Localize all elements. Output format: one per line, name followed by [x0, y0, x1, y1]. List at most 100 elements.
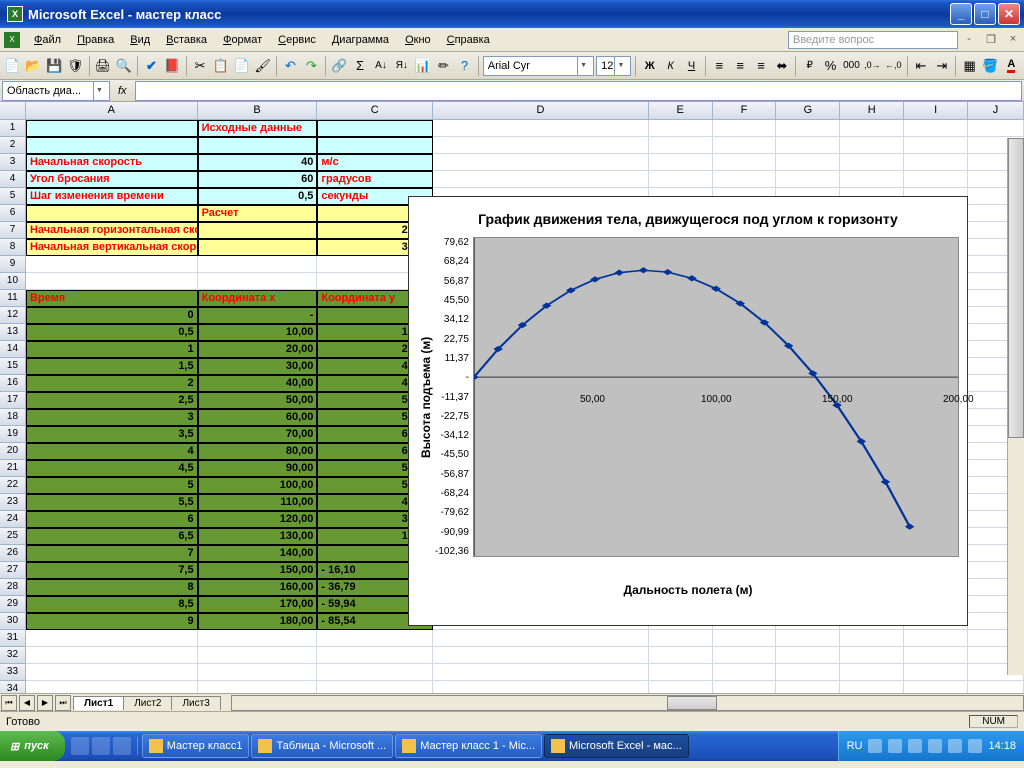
- tab-nav-next[interactable]: ▶: [37, 695, 53, 711]
- cell[interactable]: 40: [198, 154, 318, 171]
- cell[interactable]: [198, 239, 318, 256]
- minimize-button[interactable]: _: [950, 3, 972, 25]
- col-header-C[interactable]: C: [317, 102, 433, 119]
- cell[interactable]: Начальная вертикальная скорость: [26, 239, 198, 256]
- tab-nav-last[interactable]: ⏭: [55, 695, 71, 711]
- cell[interactable]: [649, 630, 713, 647]
- copy-icon[interactable]: 📋: [212, 55, 231, 77]
- cell[interactable]: 6: [26, 511, 198, 528]
- cell[interactable]: [904, 681, 968, 693]
- autosum-icon[interactable]: Σ: [351, 55, 370, 77]
- cell[interactable]: [26, 647, 198, 664]
- taskbar-task[interactable]: Мастер класс 1 - Mic...: [395, 734, 542, 758]
- cell[interactable]: [26, 630, 198, 647]
- cell[interactable]: [198, 256, 318, 273]
- cell[interactable]: Исходные данные: [198, 120, 318, 137]
- row-header[interactable]: 7: [0, 222, 26, 239]
- cell[interactable]: [713, 154, 777, 171]
- vertical-scrollbar[interactable]: [1007, 138, 1024, 675]
- cell[interactable]: 1,5: [26, 358, 198, 375]
- cell[interactable]: 10,00: [198, 324, 318, 341]
- row-header[interactable]: 23: [0, 494, 26, 511]
- col-header-A[interactable]: A: [26, 102, 198, 119]
- cell[interactable]: [317, 120, 433, 137]
- cell[interactable]: 60,00: [198, 409, 318, 426]
- ql-ie-icon[interactable]: [71, 737, 89, 755]
- chart-object[interactable]: График движения тела, движущегося под уг…: [408, 196, 968, 626]
- preview-icon[interactable]: 🔍: [114, 55, 133, 77]
- menu-вставка[interactable]: Вставка: [158, 31, 215, 49]
- cell[interactable]: 8: [26, 579, 198, 596]
- taskbar-task[interactable]: Мастер класс1: [142, 734, 250, 758]
- tab-nav-prev[interactable]: ◀: [19, 695, 35, 711]
- row-header[interactable]: 16: [0, 375, 26, 392]
- col-header-I[interactable]: I: [904, 102, 968, 119]
- cell[interactable]: [26, 273, 198, 290]
- cell[interactable]: Начальная скорость: [26, 154, 198, 171]
- cell[interactable]: [840, 154, 904, 171]
- row-header[interactable]: 30: [0, 613, 26, 630]
- row-header[interactable]: 4: [0, 171, 26, 188]
- row-header[interactable]: 21: [0, 460, 26, 477]
- menu-окно[interactable]: Окно: [397, 31, 439, 49]
- cell[interactable]: 6,5: [26, 528, 198, 545]
- cell[interactable]: [713, 647, 777, 664]
- cell[interactable]: [968, 120, 1024, 137]
- redo-icon[interactable]: ↷: [302, 55, 321, 77]
- cell[interactable]: [776, 681, 840, 693]
- align-right-icon[interactable]: ≡: [752, 55, 771, 77]
- sheet-tab[interactable]: Лист2: [123, 696, 172, 710]
- row-header[interactable]: 19: [0, 426, 26, 443]
- cell[interactable]: 80,00: [198, 443, 318, 460]
- cell[interactable]: 4: [26, 443, 198, 460]
- fx-label[interactable]: fx: [118, 85, 127, 97]
- cell[interactable]: [198, 273, 318, 290]
- cell[interactable]: 0,5: [198, 188, 318, 205]
- cell[interactable]: 9: [26, 613, 198, 630]
- col-header-E[interactable]: E: [649, 102, 713, 119]
- new-icon[interactable]: 📄: [3, 55, 22, 77]
- cell[interactable]: [26, 137, 198, 154]
- cell[interactable]: [433, 647, 649, 664]
- borders-icon[interactable]: ▦: [960, 55, 979, 77]
- ask-question-box[interactable]: [788, 31, 958, 49]
- cell[interactable]: Время: [26, 290, 198, 307]
- menu-справка[interactable]: Справка: [439, 31, 498, 49]
- cell[interactable]: [840, 647, 904, 664]
- cell[interactable]: [198, 630, 318, 647]
- cell[interactable]: [198, 137, 318, 154]
- cell[interactable]: 40,00: [198, 375, 318, 392]
- menu-диаграмма[interactable]: Диаграмма: [324, 31, 397, 49]
- underline-button[interactable]: Ч: [682, 55, 701, 77]
- cell[interactable]: 5: [26, 477, 198, 494]
- col-header-F[interactable]: F: [713, 102, 777, 119]
- row-header[interactable]: 1: [0, 120, 26, 137]
- row-header[interactable]: 5: [0, 188, 26, 205]
- cell[interactable]: [649, 647, 713, 664]
- italic-button[interactable]: К: [661, 55, 680, 77]
- name-box[interactable]: Область диа...▼: [2, 81, 110, 101]
- col-header-B[interactable]: B: [198, 102, 318, 119]
- cell[interactable]: [198, 647, 318, 664]
- cell[interactable]: [433, 630, 649, 647]
- row-header[interactable]: 6: [0, 205, 26, 222]
- cell[interactable]: [433, 137, 649, 154]
- undo-icon[interactable]: ↶: [281, 55, 300, 77]
- row-header[interactable]: 29: [0, 596, 26, 613]
- row-header[interactable]: 28: [0, 579, 26, 596]
- cell[interactable]: [776, 630, 840, 647]
- dec-dec-icon[interactable]: ←,0: [884, 55, 903, 77]
- worksheet-grid[interactable]: ABCDEFGHIJ 1Исходные данные23Начальная с…: [0, 102, 1024, 711]
- tray-icon[interactable]: [968, 739, 982, 753]
- currency-icon[interactable]: ₽: [800, 55, 819, 77]
- cell[interactable]: [713, 120, 777, 137]
- cell[interactable]: [26, 681, 198, 693]
- drawing-icon[interactable]: ✏: [434, 55, 453, 77]
- cell[interactable]: [26, 205, 198, 222]
- doc-close-button[interactable]: ×: [1006, 33, 1020, 47]
- cell[interactable]: [317, 647, 433, 664]
- cell[interactable]: [840, 681, 904, 693]
- menu-правка[interactable]: Правка: [69, 31, 122, 49]
- cell[interactable]: [26, 256, 198, 273]
- comma-icon[interactable]: 000: [842, 55, 861, 77]
